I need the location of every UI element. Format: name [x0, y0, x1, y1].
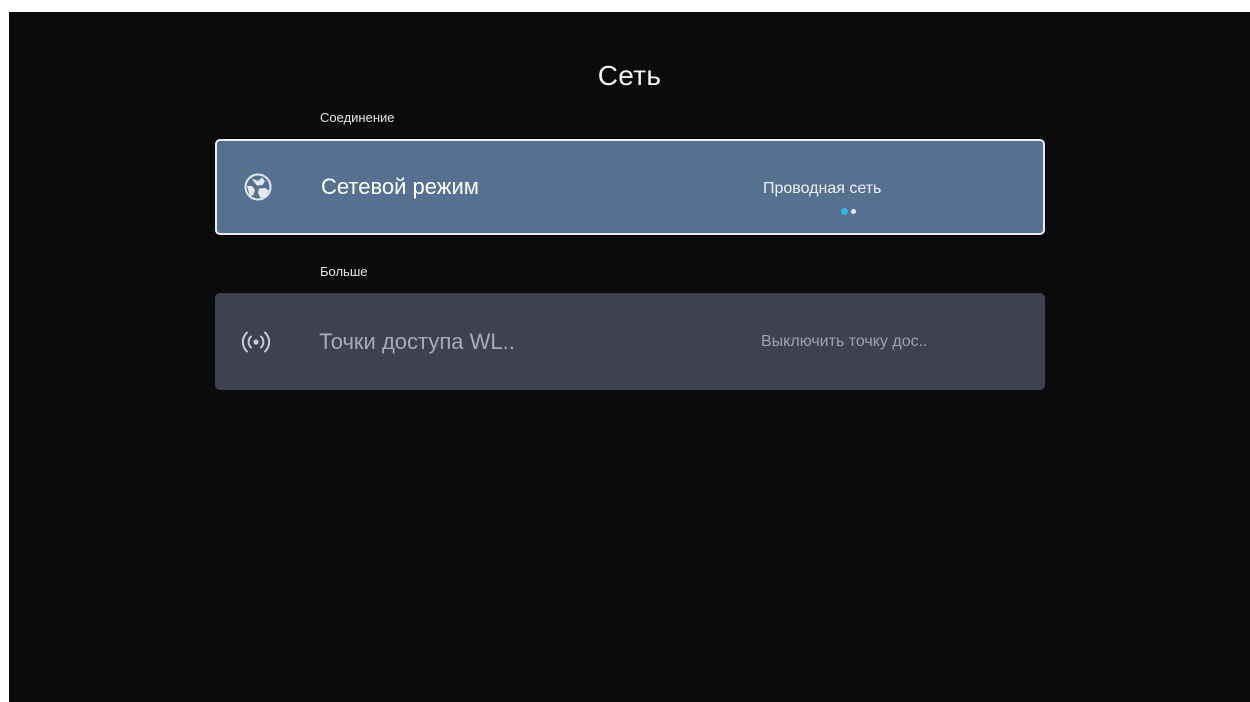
tv-screen: Сеть Соединение Сетевой режим Проводная … — [9, 12, 1250, 702]
option-pager — [841, 207, 856, 215]
wlan-hotspot-row[interactable]: Точки доступа WL.. Выключить точку дос.. — [215, 293, 1045, 390]
wlan-hotspot-label: Точки доступа WL.. — [319, 328, 515, 354]
network-mode-value: Проводная сеть — [763, 180, 882, 197]
pager-dot — [851, 208, 856, 214]
section-label-connection: Соединение — [320, 110, 395, 125]
page-title: Сеть — [597, 60, 662, 91]
section-label-more: Больше — [320, 264, 368, 279]
network-mode-label: Сетевой режим — [321, 174, 479, 199]
pager-dot-active — [841, 207, 848, 215]
wifi-hotspot-icon — [241, 331, 271, 352]
network-mode-row[interactable]: Сетевой режим Проводная сеть — [215, 139, 1045, 235]
globe-icon — [244, 173, 272, 201]
wlan-hotspot-value: Выключить точку дос.. — [761, 332, 928, 350]
